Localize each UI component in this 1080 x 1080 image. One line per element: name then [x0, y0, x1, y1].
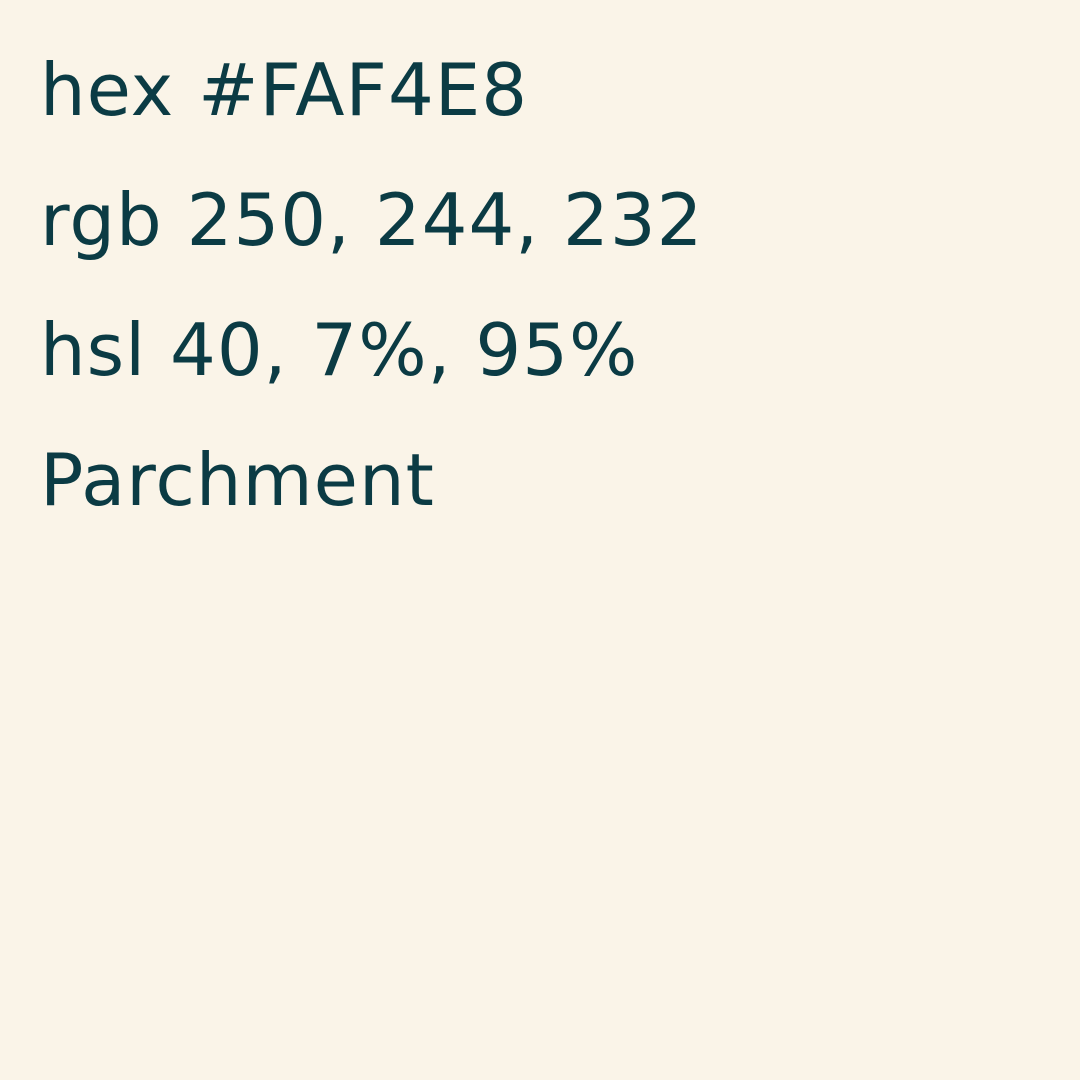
- color-swatch-card: hex #FAF4E8 rgb 250, 244, 232 hsl 40, 7%…: [0, 0, 1080, 1080]
- hex-value: hex #FAF4E8: [40, 48, 529, 132]
- hsl-value: hsl 40, 7%, 95%: [40, 308, 639, 392]
- rgb-value: rgb 250, 244, 232: [40, 178, 704, 262]
- color-name: Parchment: [40, 438, 435, 522]
